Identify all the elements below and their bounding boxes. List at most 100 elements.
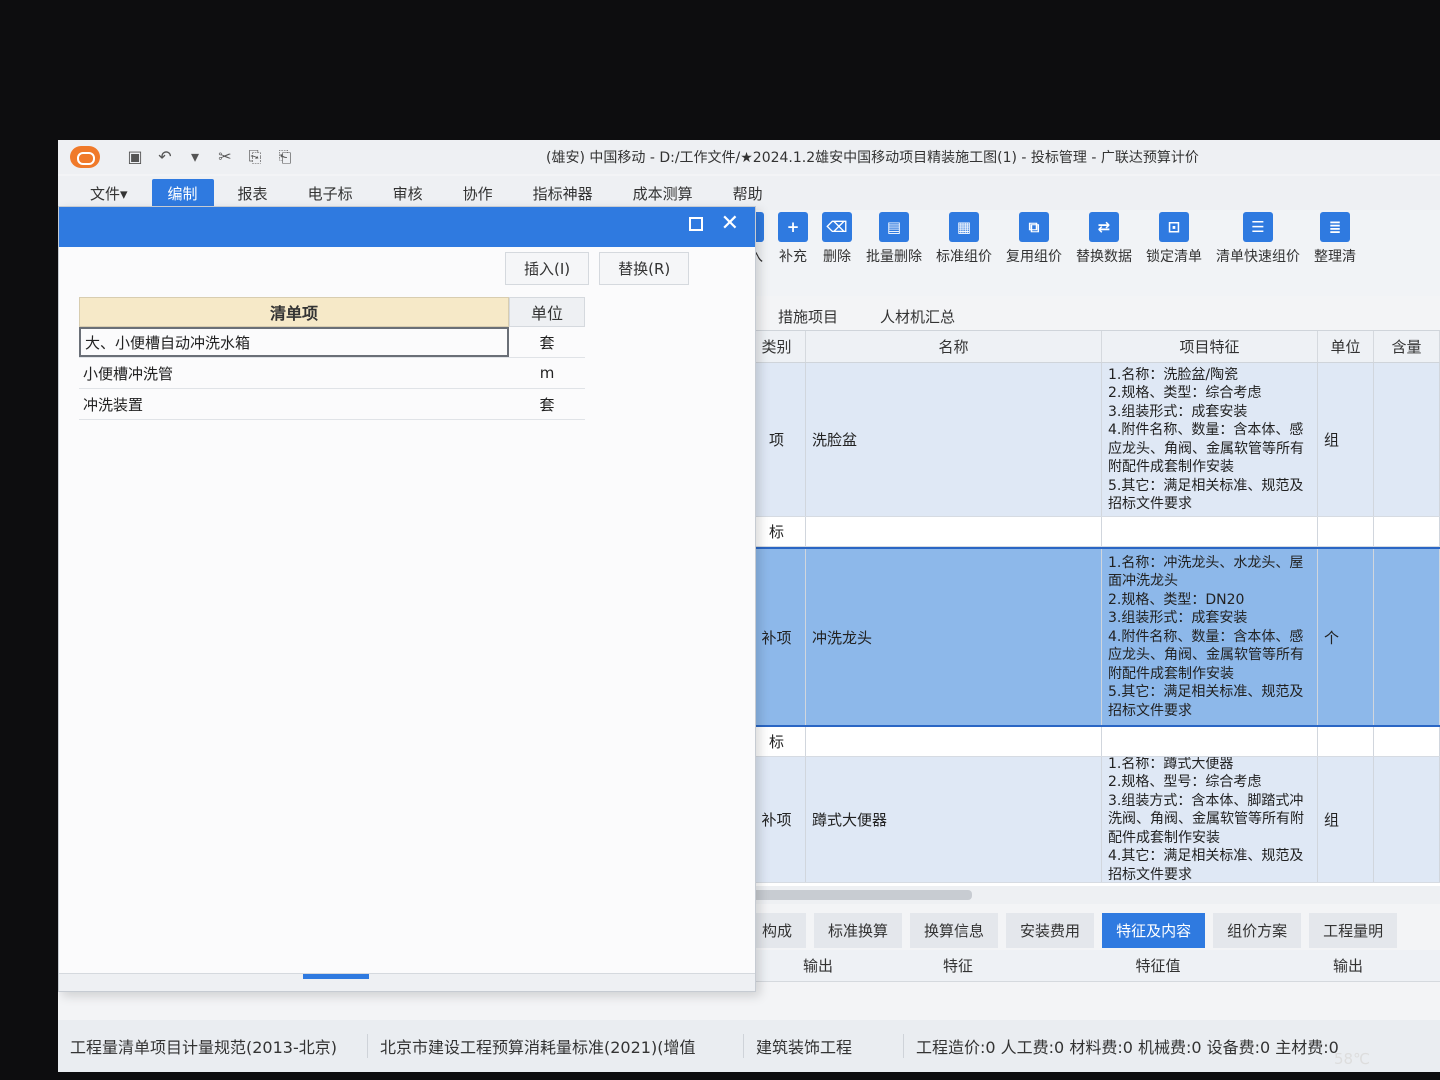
- menu-help[interactable]: 帮助: [717, 179, 779, 208]
- col-category[interactable]: 类别: [748, 331, 806, 362]
- tab-pricing-plan[interactable]: 组价方案: [1213, 912, 1302, 948]
- quick-access-toolbar: ▣ ↶ ▾ ✂ ⎘ ⎗: [126, 147, 294, 167]
- dialog-toolbar: 插入(I) 替换(R): [59, 247, 755, 289]
- menu-cost-estimate[interactable]: 成本测算: [617, 179, 709, 208]
- table-row[interactable]: 标: [748, 517, 1440, 547]
- tab-install-fee[interactable]: 安装费用: [1006, 912, 1095, 948]
- list-item-unit: m: [539, 364, 555, 382]
- ribbon-toolbar: ≡ 插入 + 补充 ⌫ 删除 ▤ 批量删除 ▦ 标准组价 ⧉ 复用组价 ⇄ 替换…: [734, 210, 1440, 296]
- menu-bar: 文件▾ 编制 报表 电子标 审核 协作 指标神器 成本测算 帮助 ○: [58, 176, 1440, 234]
- row-content: [1374, 757, 1440, 882]
- supplement-icon: +: [778, 212, 808, 242]
- dialog-scrollbar[interactable]: [59, 973, 755, 991]
- list-item[interactable]: 小便槽冲洗管 m: [79, 358, 585, 389]
- tab-measures[interactable]: 措施项目: [778, 306, 838, 327]
- col-unit[interactable]: 单位: [1318, 331, 1374, 362]
- row-category: 补项: [748, 549, 806, 725]
- scroll-marker[interactable]: [303, 974, 369, 979]
- row-category: 标: [748, 727, 806, 756]
- col-feature[interactable]: 项目特征: [1102, 331, 1318, 362]
- list-item-name: 冲洗装置: [83, 395, 144, 414]
- row-unit: [1318, 517, 1374, 546]
- window-title: (雄安) 中国移动 - D:/工作文件/★2024.1.2雄安中国移动项目精装施…: [546, 150, 1199, 166]
- taskbar-temperature: 58℃: [1334, 1050, 1370, 1068]
- sub-tab-bar: 措施项目 人材机汇总: [748, 300, 1440, 332]
- tab-conversion-info[interactable]: 换算信息: [910, 912, 999, 948]
- close-icon[interactable]: ✕: [721, 211, 739, 236]
- list-item-name: 小便槽冲洗管: [83, 364, 174, 383]
- menu-review[interactable]: 审核: [377, 179, 439, 208]
- row-feature: 1.名称：冲洗龙头、水龙头、屋面冲洗龙头 2.规格、类型：DN20 3.组装形式…: [1102, 549, 1318, 725]
- col-unit[interactable]: 单位: [509, 297, 585, 327]
- row-name: 洗脸盆: [806, 363, 1102, 516]
- menu-file[interactable]: 文件▾: [74, 179, 144, 208]
- status-costs: 工程造价:0 人工费:0 材料费:0 机械费:0 设备费:0 主材费:0: [916, 1038, 1339, 1057]
- status-quota: 北京市建设工程预算消耗量标准(2021)(增值: [368, 1034, 744, 1058]
- list-item-name: 大、小便槽自动冲洗水箱: [79, 327, 509, 357]
- dialog-list-table: 清单项 单位 大、小便槽自动冲洗水箱 套 小便槽冲洗管 m 冲洗装置 套: [79, 297, 585, 420]
- row-content: [1374, 727, 1440, 756]
- standard-pricing-icon: ▦: [949, 212, 979, 242]
- table-row[interactable]: 补项 蹲式大便器 1.名称：蹲式大便器 2.规格、型号：综合考虑 3.组装方式：…: [748, 757, 1440, 883]
- table-row-selected[interactable]: 补项 冲洗龙头 1.名称：冲洗龙头、水龙头、屋面冲洗龙头 2.规格、类型：DN2…: [748, 547, 1440, 727]
- list-item[interactable]: 冲洗装置 套: [79, 389, 585, 420]
- ribbon-quick-pricing-button[interactable]: ☰ 清单快速组价: [1216, 210, 1300, 266]
- scroll-thumb[interactable]: [748, 890, 972, 900]
- replace-button[interactable]: 替换(R): [599, 251, 690, 285]
- redo-icon[interactable]: ▾: [186, 147, 204, 167]
- row-feature: 1.名称：蹲式大便器 2.规格、型号：综合考虑 3.组装方式：含本体、脚踏式冲洗…: [1102, 757, 1318, 882]
- maximize-icon[interactable]: [689, 217, 703, 231]
- row-category: 项: [748, 363, 806, 516]
- grid-header: 类别 名称 项目特征 单位 含量: [748, 331, 1440, 363]
- reuse-pricing-icon: ⧉: [1019, 212, 1049, 242]
- dialog-table-header: 清单项 单位: [79, 297, 585, 327]
- ribbon-label: 标准组价: [936, 249, 992, 265]
- copy-icon[interactable]: ⎘: [246, 147, 264, 167]
- col-output: 输出: [802, 957, 833, 975]
- ribbon-organize-button[interactable]: ≣ 整理清: [1314, 210, 1356, 266]
- list-item-unit: 套: [539, 395, 555, 414]
- tab-labor-material-summary[interactable]: 人材机汇总: [880, 306, 955, 327]
- tab-standard-conversion[interactable]: 标准换算: [814, 912, 903, 948]
- ribbon-label: 锁定清单: [1146, 249, 1202, 265]
- insert-button[interactable]: 插入(I): [505, 251, 590, 285]
- tab-composition[interactable]: 构成: [748, 912, 807, 948]
- row-unit: 个: [1318, 549, 1374, 725]
- col-content[interactable]: 含量: [1374, 331, 1440, 362]
- col-output-2: 输出: [1332, 957, 1363, 975]
- col-list-item[interactable]: 清单项: [79, 297, 509, 327]
- delete-icon: ⌫: [822, 212, 852, 242]
- list-item[interactable]: 大、小便槽自动冲洗水箱 套: [79, 327, 585, 358]
- row-unit: [1318, 727, 1374, 756]
- menu-collaborate[interactable]: 协作: [447, 179, 509, 208]
- row-unit: 组: [1318, 757, 1374, 882]
- ribbon-delete-button[interactable]: ⌫ 删除: [822, 210, 852, 266]
- ribbon-reuse-pricing-button[interactable]: ⧉ 复用组价: [1006, 210, 1062, 266]
- dialog-title-bar[interactable]: ✕: [59, 207, 755, 247]
- menu-index-tool[interactable]: 指标神器: [517, 179, 609, 208]
- bill-grid: 类别 名称 项目特征 单位 含量 项 洗脸盆 1.名称：洗脸盆/陶瓷 2.规格、…: [748, 330, 1440, 886]
- menu-edit[interactable]: 编制: [151, 178, 214, 208]
- table-row[interactable]: 项 洗脸盆 1.名称：洗脸盆/陶瓷 2.规格、类型：综合考虑 3.组装形式：成套…: [748, 363, 1440, 517]
- app-window: ▣ ↶ ▾ ✂ ⎘ ⎗ (雄安) 中国移动 - D:/工作文件/★2024.1.…: [58, 140, 1440, 1072]
- col-name[interactable]: 名称: [806, 331, 1102, 362]
- ribbon-batch-delete-button[interactable]: ▤ 批量删除: [866, 210, 922, 266]
- ribbon-lock-list-button[interactable]: ⊡ 锁定清单: [1146, 210, 1202, 266]
- menu-report[interactable]: 报表: [222, 179, 284, 208]
- ribbon-standard-pricing-button[interactable]: ▦ 标准组价: [936, 210, 992, 266]
- ribbon-supplement-button[interactable]: + 补充: [778, 210, 808, 266]
- save-icon[interactable]: ▣: [126, 147, 144, 167]
- undo-icon[interactable]: ↶: [156, 147, 174, 167]
- paste-icon[interactable]: ⎗: [276, 147, 294, 167]
- ribbon-replace-data-button[interactable]: ⇄ 替换数据: [1076, 210, 1132, 266]
- tab-quantity[interactable]: 工程量明: [1309, 912, 1398, 948]
- table-row[interactable]: 标: [748, 727, 1440, 757]
- menu-e-bid[interactable]: 电子标: [292, 179, 369, 208]
- row-name: [806, 727, 1102, 756]
- tab-feature-content[interactable]: 特征及内容: [1102, 912, 1206, 948]
- ribbon-label: 删除: [823, 249, 851, 265]
- cut-icon[interactable]: ✂: [216, 147, 234, 167]
- grid-horizontal-scrollbar[interactable]: [748, 886, 1440, 904]
- row-name: [806, 517, 1102, 546]
- row-category: 标: [748, 517, 806, 546]
